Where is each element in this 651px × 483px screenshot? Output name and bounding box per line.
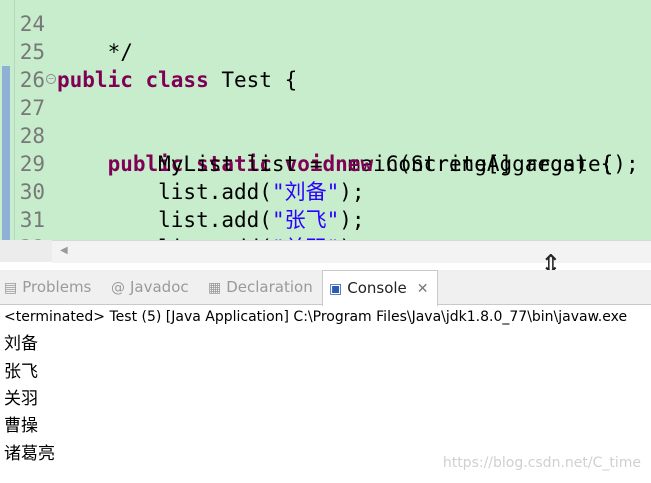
fold-toggle-icon[interactable]: − (46, 74, 56, 84)
console-output-line: 刘备 (4, 334, 38, 354)
problems-icon: ▤ (4, 280, 18, 296)
code-line: 33 list.add("诸葛亮"); (0, 230, 651, 240)
console-status: <terminated> Test (5) [Java Application]… (4, 309, 628, 325)
code-line: 31 list.add("关羽"); (0, 178, 651, 240)
tab-javadoc[interactable]: @ Javadoc (111, 270, 189, 304)
code-line: 30 list.add("张飞"); (0, 150, 651, 232)
at-icon: @ (111, 280, 125, 296)
console-icon: ▣ (329, 281, 343, 297)
console-output-line: 张飞 (4, 362, 38, 382)
code-line: 28 MyList list = new ConcreteAggregate()… (0, 94, 651, 176)
code-line: 25 public class Test { (0, 10, 651, 92)
code-editor[interactable]: 24 */ 25 public class Test { 26 27 − pub… (0, 0, 651, 240)
tab-label: Javadoc (130, 278, 189, 296)
watermark: https://blog.csdn.net/C_time (442, 455, 641, 471)
tab-problems[interactable]: ▤ Problems (4, 270, 91, 304)
console-output-line: 曹操 (4, 416, 38, 436)
code-line: 27 − public static void main(String[] ar… (0, 66, 651, 176)
declaration-icon: ▦ (208, 280, 222, 296)
tab-console[interactable]: ▣ Console ✕ (322, 270, 438, 306)
scroll-left-icon[interactable]: ◀ (60, 245, 68, 256)
console-output-line: 诸葛亮 (4, 444, 55, 464)
editor-corner (0, 240, 52, 262)
view-tab-bar: ▤ Problems @ Javadoc ▦ Declaration ▣ Console… (0, 270, 651, 306)
code-line: 26 (0, 38, 651, 92)
code-line: 29 list.add("刘备"); (0, 122, 651, 204)
console-output-line: 关羽 (4, 389, 38, 409)
tab-label: Problems (22, 278, 92, 296)
code-line: 24 */ (0, 0, 651, 64)
tab-label: Console (347, 279, 407, 297)
tab-declaration[interactable]: ▦ Declaration (208, 270, 313, 304)
tab-label: Declaration (226, 278, 313, 296)
close-icon[interactable]: ✕ (417, 281, 429, 297)
